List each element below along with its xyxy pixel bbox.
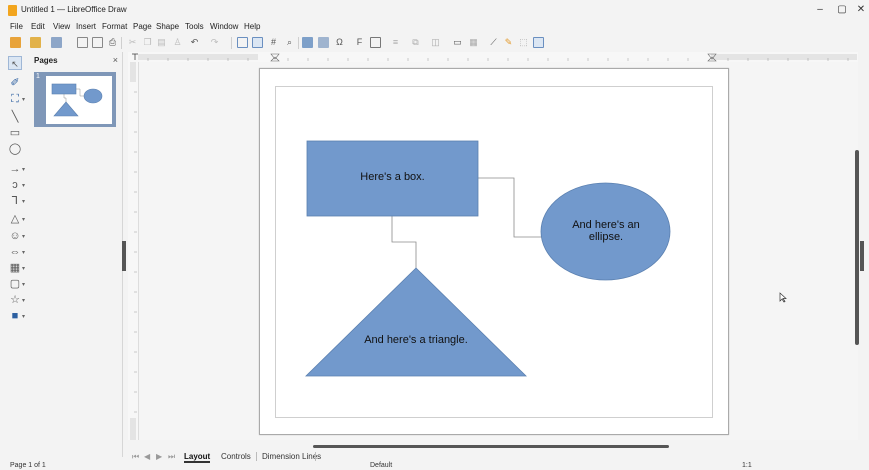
connector-box-ellipse[interactable] (478, 177, 542, 238)
right-sidebar-handle[interactable] (860, 241, 864, 271)
tab-controls[interactable]: Controls (221, 452, 251, 461)
last-tab-icon[interactable]: ⏭ (168, 452, 175, 462)
connector-box-triangle[interactable] (391, 216, 417, 268)
tab-dimension-lines[interactable]: Dimension Lines (262, 452, 321, 461)
tab-separator (256, 452, 257, 461)
box-text[interactable]: Here's a box. (307, 171, 478, 183)
ellipse-text[interactable]: And here's an ellipse. (566, 219, 646, 243)
next-tab-icon[interactable]: ▶ (156, 452, 162, 461)
horizontal-scrollbar[interactable] (313, 445, 669, 448)
tab-layout[interactable]: Layout (184, 452, 211, 463)
vertical-scrollbar[interactable] (855, 150, 859, 345)
drawing-canvas (305, 140, 671, 377)
mouse-cursor-icon (779, 292, 787, 303)
tab-separator (315, 452, 316, 461)
triangle-shape[interactable] (305, 267, 527, 377)
status-zoom-ratio[interactable]: 1:1 (742, 462, 752, 469)
first-tab-icon[interactable]: ⏮ (132, 452, 139, 462)
status-bar: Page 1 of 1 Default 1:1 (0, 462, 869, 470)
status-page: Page 1 of 1 (10, 462, 46, 469)
triangle-text[interactable]: And here's a triangle. (336, 334, 496, 346)
status-layout: Default (370, 462, 393, 469)
previous-tab-icon[interactable]: ◀ (144, 452, 150, 461)
